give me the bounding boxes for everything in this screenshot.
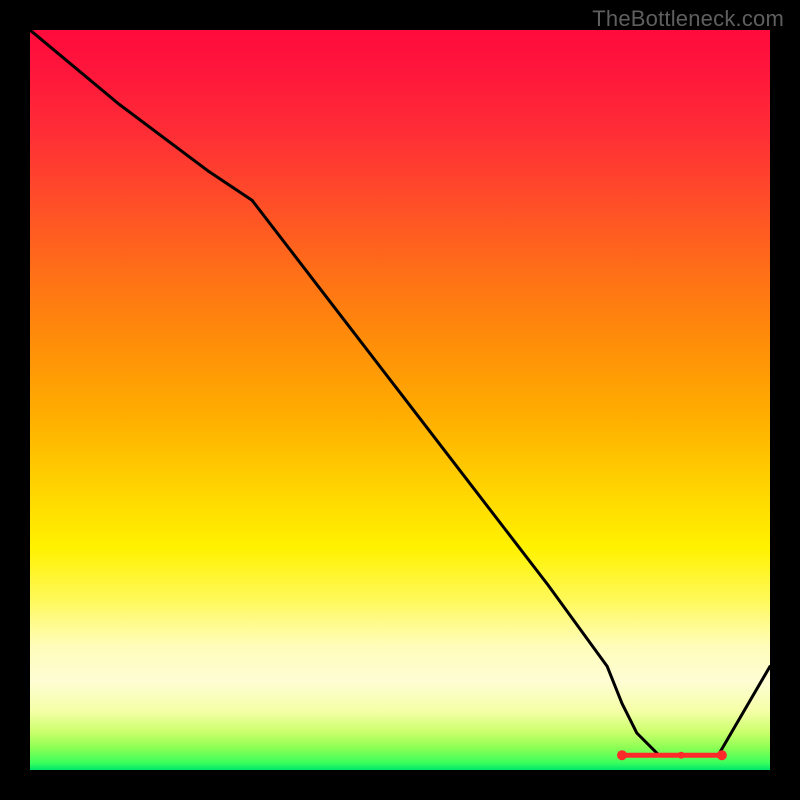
plot-area	[30, 30, 770, 770]
plot-frame	[30, 30, 770, 770]
source-credit: TheBottleneck.com	[592, 6, 784, 32]
heat-gradient	[30, 30, 770, 770]
chart-root: TheBottleneck.com	[0, 0, 800, 800]
